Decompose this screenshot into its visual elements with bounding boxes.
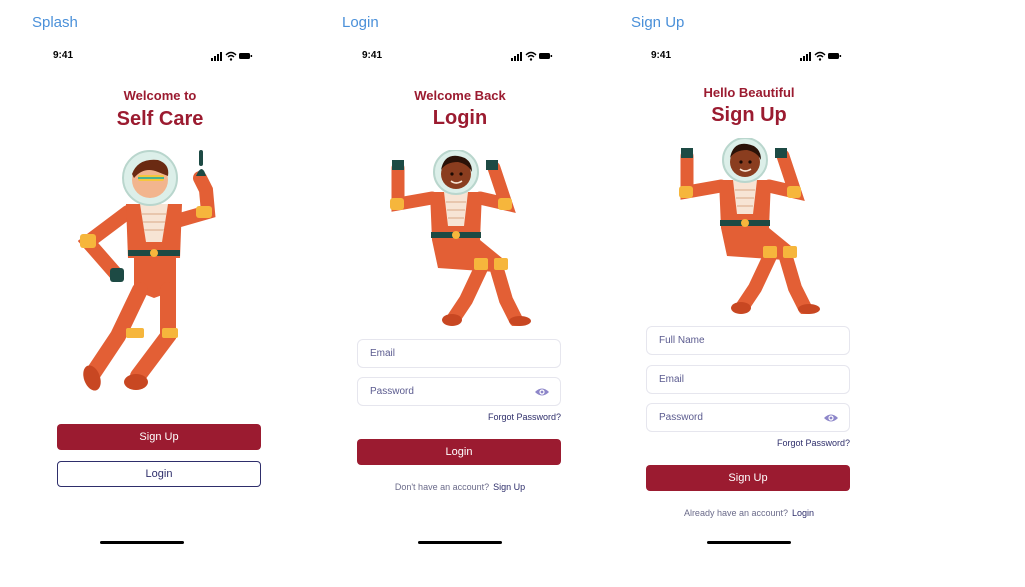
- signal-icon: [800, 52, 811, 61]
- home-indicator[interactable]: [707, 541, 791, 544]
- battery-icon: [239, 53, 253, 59]
- signup-screen: 9:41 Hello Beautiful Sign Up Full Name E…: [629, 40, 869, 560]
- status-icons: [800, 51, 842, 61]
- page-title: Self Care: [116, 108, 204, 130]
- welcome-greeting: Welcome Back: [414, 88, 506, 103]
- page-title: Sign Up: [711, 104, 787, 126]
- status-icons: [511, 51, 553, 61]
- status-time: 9:41: [53, 50, 74, 61]
- email-input[interactable]: [358, 340, 560, 367]
- splash-screen: 9:41 Welcome to Self Care Sign Up Login: [40, 40, 280, 560]
- wifi-icon: [814, 51, 826, 61]
- battery-icon: [539, 53, 553, 59]
- frame-label-login: Login: [342, 14, 379, 31]
- email-input[interactable]: [647, 366, 849, 393]
- email-field[interactable]: [357, 339, 561, 368]
- signal-icon: [511, 52, 522, 61]
- wifi-icon: [525, 51, 537, 61]
- astronaut-illustration: [390, 150, 531, 326]
- welcome-greeting: Hello Beautiful: [703, 85, 795, 100]
- fullname-field[interactable]: [646, 326, 850, 355]
- fullname-input[interactable]: [647, 327, 849, 354]
- email-field[interactable]: [646, 365, 850, 394]
- login-prompt: Already have an account? Login: [629, 508, 869, 518]
- password-input[interactable]: [647, 404, 849, 431]
- home-indicator[interactable]: [100, 541, 184, 544]
- welcome-greeting: Welcome to: [123, 88, 197, 103]
- login-link[interactable]: Login: [792, 508, 814, 518]
- forgot-password-link[interactable]: Forgot Password?: [488, 412, 561, 422]
- signup-prompt: Don't have an account? Sign Up: [340, 482, 580, 492]
- password-input[interactable]: [358, 378, 560, 405]
- status-bar: 9:41: [40, 50, 280, 64]
- login-screen: 9:41 Welcome Back Login Email Forgot Pas…: [340, 40, 580, 560]
- signup-prompt-text: Don't have an account?: [394, 482, 490, 492]
- page-title: Login: [432, 107, 488, 129]
- frame-label-signup: Sign Up: [631, 14, 685, 31]
- login-button[interactable]: Login: [357, 439, 561, 465]
- home-indicator[interactable]: [418, 541, 502, 544]
- status-bar: 9:41: [340, 50, 580, 64]
- status-time: 9:41: [651, 50, 672, 61]
- wifi-icon: [225, 51, 237, 61]
- signup-link[interactable]: Sign Up: [493, 482, 525, 492]
- password-field[interactable]: [646, 403, 850, 432]
- status-time: 9:41: [362, 50, 383, 61]
- signup-button[interactable]: Sign Up: [646, 465, 850, 491]
- eye-icon[interactable]: [823, 412, 839, 424]
- login-button[interactable]: Login: [57, 461, 261, 487]
- password-field[interactable]: [357, 377, 561, 406]
- login-prompt-text: Already have an account?: [683, 508, 789, 518]
- eye-icon[interactable]: [534, 386, 550, 398]
- status-icons: [211, 51, 253, 61]
- astronaut-illustration: [78, 150, 216, 391]
- frame-label-splash: Splash: [32, 14, 78, 31]
- forgot-password-link[interactable]: Forgot Password?: [777, 438, 850, 448]
- signal-icon: [211, 52, 222, 61]
- signup-button[interactable]: Sign Up: [57, 424, 261, 450]
- astronaut-illustration: [679, 138, 820, 314]
- status-bar: 9:41: [629, 50, 869, 64]
- battery-icon: [828, 53, 842, 59]
